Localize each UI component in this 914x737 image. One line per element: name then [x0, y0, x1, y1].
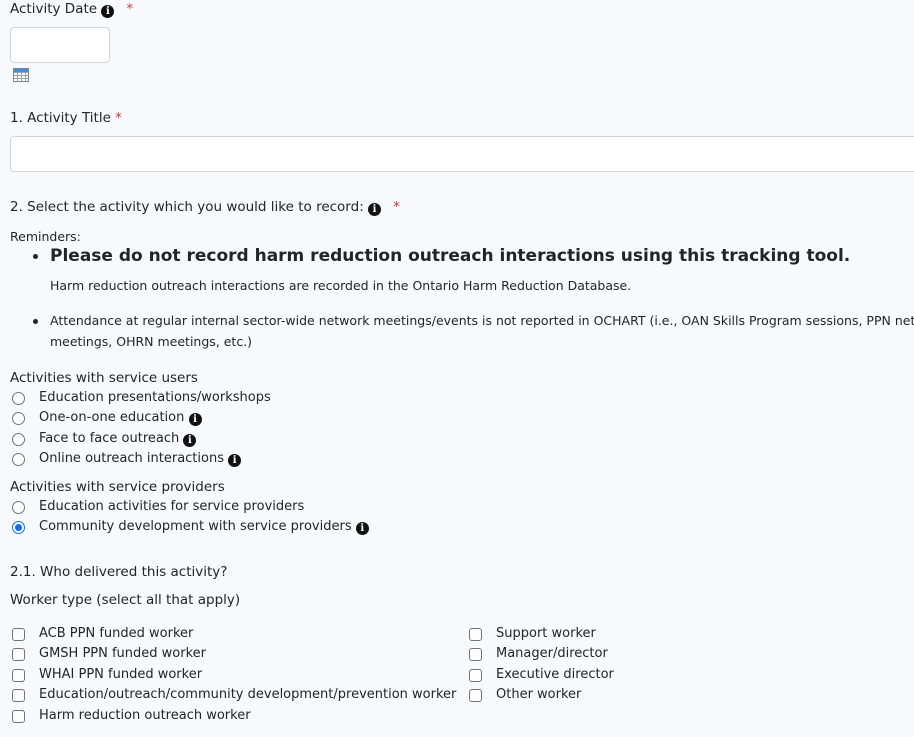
activity-select-label: 2. Select the activity which you would l… [10, 199, 400, 216]
checkbox-whai-ppn[interactable] [12, 669, 25, 682]
activity-title-input[interactable] [10, 136, 914, 172]
option-label[interactable]: One-on-one education i [39, 410, 202, 426]
checkbox-executive-director[interactable] [469, 669, 482, 682]
info-circle-icon[interactable]: i [183, 434, 197, 447]
reminder-heading: Please do not record harm reduction outr… [50, 246, 851, 266]
option-label[interactable]: Education presentations/workshops [39, 390, 271, 405]
reminder-text-line2: meetings, OHRN meetings, etc.) [50, 334, 253, 349]
checkbox-acb-ppn[interactable] [12, 628, 25, 641]
activity-title-label: 1. Activity Title * [10, 110, 122, 126]
bullet [33, 254, 38, 259]
required-mark: * [393, 200, 400, 215]
radio-face-to-face-outreach[interactable] [12, 433, 25, 446]
info-circle-icon[interactable]: i [355, 522, 369, 535]
radio-community-development[interactable] [12, 521, 25, 534]
option-label[interactable]: Education activities for service provide… [39, 499, 304, 514]
activity-date-label-text: Activity Date [10, 1, 98, 17]
checkbox-label[interactable]: Executive director [496, 667, 614, 682]
option-label-text: One-on-one education [39, 410, 185, 425]
checkbox-label[interactable]: Other worker [496, 687, 581, 702]
delivered-by-label: 2.1. Who delivered this activity? [10, 564, 228, 580]
option-label[interactable]: Face to face outreach i [39, 431, 197, 447]
info-circle-icon[interactable]: i [188, 413, 202, 426]
radio-one-on-one-education[interactable] [12, 412, 25, 425]
checkbox-label[interactable]: Education/outreach/community development… [39, 687, 456, 702]
info-circle-icon[interactable]: i [101, 5, 115, 18]
required-mark: * [126, 2, 134, 17]
checkbox-gmsh-ppn[interactable] [12, 648, 25, 661]
option-label-text: Online outreach interactions [39, 451, 224, 466]
checkbox-manager-director[interactable] [469, 648, 482, 661]
radio-education-activities-providers[interactable] [12, 501, 25, 514]
calendar-icon[interactable] [13, 68, 29, 82]
activity-date-input[interactable] [10, 27, 110, 63]
reminder-text: Attendance at regular internal sector-wi… [50, 313, 914, 328]
checkbox-label[interactable]: Harm reduction outreach worker [39, 708, 251, 723]
info-circle-icon[interactable]: i [368, 203, 382, 216]
option-label[interactable]: Community development with service provi… [39, 519, 369, 535]
checkbox-label[interactable]: ACB PPN funded worker [39, 626, 193, 641]
radio-online-outreach[interactable] [12, 453, 25, 466]
checkbox-label[interactable]: GMSH PPN funded worker [39, 646, 206, 661]
option-label[interactable]: Online outreach interactions i [39, 451, 242, 467]
group-label-service-users: Activities with service users [10, 370, 198, 386]
checkbox-label[interactable]: WHAI PPN funded worker [39, 667, 202, 682]
worker-type-label: Worker type (select all that apply) [10, 592, 241, 608]
checkbox-label[interactable]: Support worker [496, 626, 596, 641]
activity-date-label: Activity Date i * [10, 1, 133, 18]
required-mark: * [115, 111, 122, 126]
radio-education-presentations[interactable] [12, 392, 25, 405]
info-circle-icon[interactable]: i [228, 454, 242, 467]
reminder-note: Harm reduction outreach interactions are… [50, 278, 632, 293]
checkbox-other-worker[interactable] [469, 689, 482, 702]
activity-title-label-text: 1. Activity Title [10, 110, 111, 126]
activity-select-label-text: 2. Select the activity which you would l… [10, 199, 364, 215]
option-label-text: Community development with service provi… [39, 519, 352, 534]
checkbox-education-outreach-worker[interactable] [12, 689, 25, 702]
option-label-text: Face to face outreach [39, 431, 180, 446]
bullet [33, 319, 38, 324]
group-label-service-providers: Activities with service providers [10, 479, 225, 495]
checkbox-harm-reduction-worker[interactable] [12, 710, 25, 723]
reminders-label: Reminders: [10, 229, 81, 244]
checkbox-label[interactable]: Manager/director [496, 646, 608, 661]
checkbox-support-worker[interactable] [469, 628, 482, 641]
